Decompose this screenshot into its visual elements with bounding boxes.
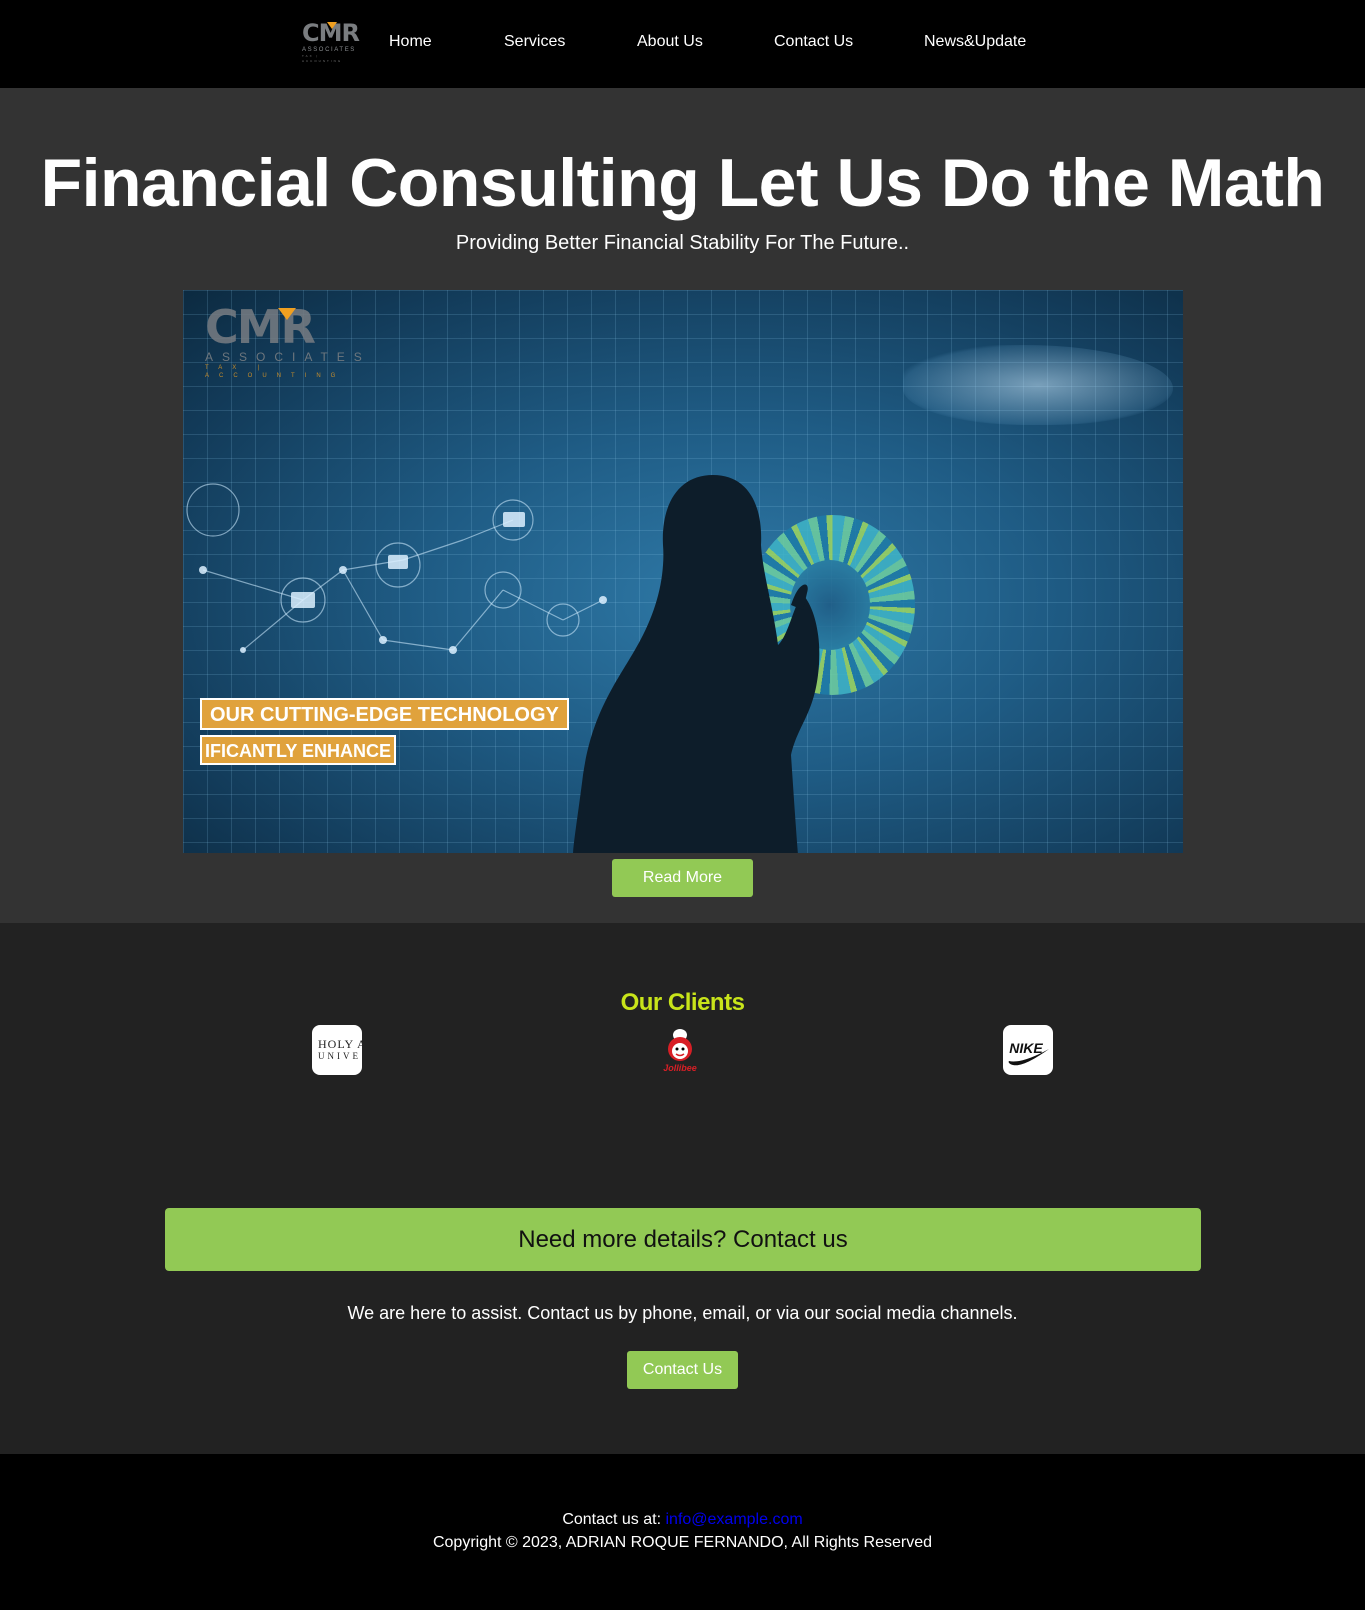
contact-us-button[interactable]: Contact Us	[627, 1351, 738, 1389]
nav-news-update[interactable]: News&Update	[924, 33, 1026, 51]
hero-section: Financial Consulting Let Us Do the Math …	[0, 88, 1365, 923]
jollibee-mascot-icon: Jollibee	[663, 1029, 697, 1073]
hero-image: CMR ASSOCIATES TAX | ACCOUNTING OUR CUTT…	[183, 290, 1183, 853]
client-logo-holy-angel: HOLY A UNIVE	[312, 1025, 362, 1075]
nike-logo-text: NIKE	[1009, 1040, 1043, 1056]
holy-angel-logo-line1: HOLY A	[318, 1037, 362, 1051]
logo-triangle-icon	[327, 22, 337, 29]
logo-subtext: ASSOCIATES	[302, 47, 356, 53]
image-banner-line2: IFICANTLY ENHANCE	[200, 735, 397, 765]
hero-subtitle: Providing Better Financial Stability For…	[455, 232, 910, 254]
holy-angel-logo-line2: UNIVE	[318, 1051, 361, 1061]
image-logo-tagline: TAX | ACCOUNTING	[205, 365, 346, 379]
image-banner-line1: OUR CUTTING-EDGE TECHNOLOGY	[200, 698, 569, 730]
woman-silhouette	[573, 475, 820, 853]
footer-copyright: Copyright © 2023, ADRIAN ROQUE FERNANDO,…	[432, 1534, 933, 1551]
nike-swoosh-icon: NIKE	[1008, 1040, 1049, 1066]
read-more-button[interactable]: Read More	[612, 859, 753, 897]
nav-services[interactable]: Services	[504, 33, 565, 51]
contact-cta-heading: Need more details? Contact us	[165, 1208, 1201, 1271]
clients-title: Our Clients	[620, 989, 745, 1016]
image-logo-triangle-icon	[278, 308, 296, 320]
logo-tagline: TAX | ACCOUNTING	[302, 54, 343, 63]
nav-about-us[interactable]: About Us	[637, 33, 703, 51]
contact-cta-text: We are here to assist. Contact us by pho…	[347, 1303, 1018, 1323]
hero-title: Financial Consulting Let Us Do the Math	[40, 145, 1325, 221]
footer-contact-line: Contact us at: info@example.com	[0, 1511, 1365, 1529]
jollibee-logo-text: Jollibee	[663, 1063, 697, 1073]
nav-contact-us[interactable]: Contact Us	[774, 33, 853, 51]
footer-contact-prefix: Contact us at:	[562, 1511, 666, 1528]
client-logo-nike: NIKE	[1003, 1025, 1053, 1075]
cmr-logo[interactable]: CMR ASSOCIATES TAX | ACCOUNTING	[302, 20, 360, 66]
nav-home[interactable]: Home	[389, 33, 432, 51]
site-footer: Contact us at: info@example.com Copyrigh…	[0, 1454, 1365, 1610]
footer-email-link[interactable]: info@example.com	[665, 1511, 802, 1528]
client-logo-jollibee: Jollibee	[655, 1025, 705, 1075]
image-logo: CMR ASSOCIATES TAX | ACCOUNTING	[205, 304, 375, 380]
site-header: CMR ASSOCIATES TAX | ACCOUNTING Home Ser…	[0, 0, 1365, 88]
clients-section: Our Clients HOLY A UNIVE Jollibee NIKE N…	[0, 923, 1365, 1454]
